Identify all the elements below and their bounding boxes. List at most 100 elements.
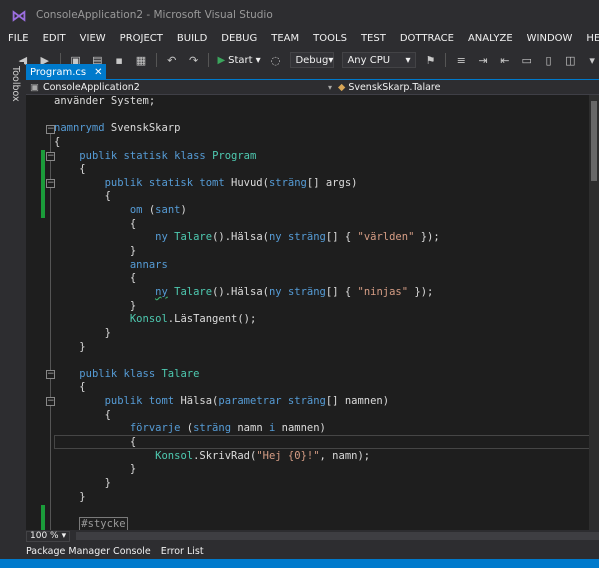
code-token: om — [129, 204, 143, 217]
code-line[interactable]: #stycke — [54, 516, 599, 530]
menu-analyze[interactable]: ANALYZE — [468, 33, 513, 44]
member-dropdown[interactable]: ◆ SvenskSkarp.Talare — [338, 80, 599, 94]
code-line[interactable]: } — [54, 463, 599, 477]
menu-debug[interactable]: DEBUG — [221, 33, 257, 44]
code-line[interactable]: använder System; — [54, 95, 599, 109]
code-line[interactable]: } — [54, 245, 599, 259]
code-line[interactable]: Konsol.LäsTangent(); — [54, 313, 599, 327]
menu-test[interactable]: TEST — [361, 33, 386, 44]
menu-help[interactable]: HELP — [586, 33, 599, 44]
code-token: } — [54, 326, 111, 339]
code-line[interactable]: publik statisk klass Program — [54, 150, 599, 164]
code-line[interactable]: { — [54, 190, 599, 204]
code-line[interactable]: om (sant) — [54, 204, 599, 218]
tab-package-manager-console[interactable]: Package Manager Console — [26, 546, 151, 557]
code-line[interactable]: namnrymd SvenskSkarp — [54, 122, 599, 136]
code-line[interactable]: Konsol.SkrivRad("Hej {0}!", namn); — [54, 450, 599, 464]
code-line[interactable]: } — [54, 300, 599, 314]
code-line[interactable]: { — [54, 409, 599, 423]
code-line[interactable] — [54, 354, 599, 368]
code-token: } — [54, 299, 137, 312]
code-token: { — [54, 408, 111, 421]
zoom-value: 100 % — [30, 531, 59, 541]
code-line[interactable]: ny Talare().Hälsa(ny sträng[] { "ninjas"… — [54, 286, 599, 300]
project-dropdown[interactable]: ▣ ConsoleApplication2 ▾ — [26, 80, 336, 94]
code-token: publik tomt — [104, 395, 175, 408]
code-token: parametrar sträng — [218, 395, 326, 408]
code-token: sant — [155, 204, 181, 217]
code-line[interactable]: { — [54, 436, 599, 450]
code-line[interactable]: { — [54, 218, 599, 232]
menu-build[interactable]: BUILD — [177, 33, 207, 44]
code-line[interactable]: publik statisk tomt Huvud(sträng[] args) — [54, 177, 599, 191]
toolbox-tab[interactable]: Toolbox — [10, 62, 21, 106]
code-text[interactable]: använder System; namnrymd SvenskSkarp{ pu… — [54, 95, 599, 530]
code-token: ny sträng — [268, 231, 326, 244]
code-line[interactable]: förvarje (sträng namn i namnen) — [54, 422, 599, 436]
code-line[interactable]: annars — [54, 259, 599, 273]
code-line[interactable]: ny Talare().Hälsa(ny sträng[] { "världen… — [54, 231, 599, 245]
code-token: annars — [129, 258, 168, 271]
code-token: ().Hälsa( — [212, 231, 269, 244]
code-token: sträng — [268, 176, 307, 189]
code-token: Hälsa( — [174, 395, 219, 408]
code-token: } — [54, 463, 137, 476]
code-line[interactable]: { — [54, 163, 599, 177]
code-line[interactable] — [54, 504, 599, 518]
code-line[interactable]: } — [54, 327, 599, 341]
code-line[interactable] — [54, 109, 599, 123]
code-line[interactable]: { — [54, 381, 599, 395]
code-token: }); — [414, 231, 440, 244]
menu-project[interactable]: PROJECT — [120, 33, 163, 44]
code-token: { — [54, 163, 86, 176]
outline-guide — [50, 132, 51, 530]
menu-team[interactable]: TEAM — [271, 33, 299, 44]
code-token: ( — [180, 422, 194, 435]
code-token: { — [54, 381, 86, 394]
code-editor[interactable]: − − − − − använder System; namnrymd Svens… — [26, 95, 599, 530]
horizontal-scrollbar[interactable] — [76, 532, 599, 540]
code-line[interactable]: { — [54, 136, 599, 150]
code-token: } — [54, 476, 111, 489]
visual-studio-logo-icon: ⋈ — [11, 5, 27, 25]
menu-file[interactable]: FILE — [8, 33, 29, 44]
code-token: { — [54, 190, 111, 203]
code-line[interactable]: publik tomt Hälsa(parametrar sträng[] na… — [54, 395, 599, 409]
zoom-dropdown[interactable]: 100 % ▾ — [26, 530, 71, 542]
tab-error-list[interactable]: Error List — [161, 546, 204, 557]
code-token: .SkrivRad( — [193, 449, 257, 462]
code-token: namn — [231, 422, 269, 435]
menu-edit[interactable]: EDIT — [43, 33, 66, 44]
project-name: ConsoleApplication2 — [42, 81, 140, 93]
code-token: använder System; — [54, 95, 156, 107]
code-token: ().Hälsa( — [212, 285, 269, 298]
code-line[interactable]: { — [54, 272, 599, 286]
menu-dottrace[interactable]: DOTTRACE — [400, 33, 454, 44]
vertical-scrollbar[interactable] — [589, 95, 599, 530]
scrollbar-thumb[interactable] — [591, 101, 597, 181]
code-token: }); — [408, 285, 434, 298]
code-token: [] args) — [306, 176, 358, 189]
close-icon[interactable]: ✕ — [94, 67, 102, 78]
code-line[interactable]: } — [54, 491, 599, 505]
code-line[interactable]: publik klass Talare — [54, 368, 599, 382]
status-bar — [0, 559, 599, 568]
code-line[interactable]: } — [54, 341, 599, 355]
menu-view[interactable]: VIEW — [80, 33, 106, 44]
code-token: Talare — [174, 285, 213, 298]
bottom-tool-tabs: Package Manager Console Error List — [26, 543, 599, 559]
tab-program-cs[interactable]: Program.cs ✕ — [26, 64, 107, 80]
code-token: sträng — [193, 422, 232, 435]
menu-window[interactable]: WINDOW — [527, 33, 573, 44]
member-name: SvenskSkarp.Talare — [348, 81, 441, 93]
code-line[interactable]: } — [54, 477, 599, 491]
code-token: } — [54, 245, 137, 258]
code-token: [] { — [325, 285, 358, 298]
menu-tools[interactable]: TOOLS — [313, 33, 347, 44]
editor-zoom-bar: 100 % ▾ — [26, 530, 599, 542]
